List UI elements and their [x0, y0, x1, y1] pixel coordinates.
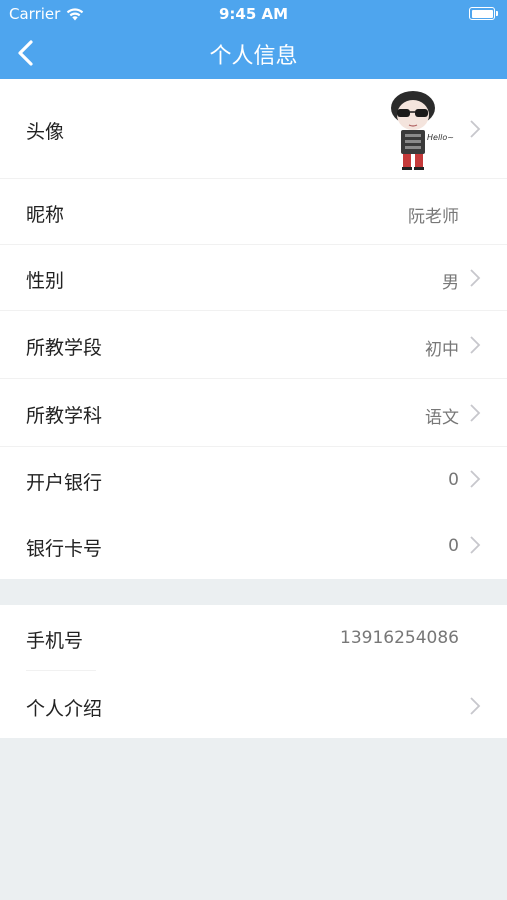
row-label: 所教学科: [26, 405, 103, 427]
row-label: 开户银行: [26, 472, 103, 494]
bank-card-value: 0: [448, 536, 459, 556]
chevron-right-icon: [470, 336, 481, 354]
avatar-caption: Hello~: [427, 133, 454, 142]
page-title: 个人信息: [209, 44, 298, 69]
row-nickname[interactable]: 昵称 阮老师: [0, 179, 507, 245]
row-label: 头像: [26, 121, 65, 143]
row-label: 个人介绍: [26, 698, 103, 720]
chevron-right-icon: [470, 120, 481, 138]
avatar[interactable]: Hello~: [383, 88, 461, 172]
status-bar: Carrier 9:45 AM: [0, 0, 507, 28]
row-teaching-stage[interactable]: 所教学段 初中: [0, 311, 507, 379]
row-avatar[interactable]: 头像 Hello~: [0, 79, 507, 179]
profile-section: 头像 Hello~ 昵称 阮老师 性别 男 所教学段 初中 所教学科 语文 开户…: [0, 79, 507, 579]
row-gender[interactable]: 性别 男: [0, 245, 507, 311]
row-label: 昵称: [26, 204, 65, 226]
chevron-right-icon: [470, 470, 481, 488]
row-label: 手机号: [26, 630, 84, 652]
bank-value: 0: [448, 470, 459, 490]
phone-value: 13916254086: [340, 628, 459, 648]
row-bank-card[interactable]: 银行卡号 0: [0, 513, 507, 579]
chevron-right-icon: [470, 697, 481, 715]
battery-icon: [469, 7, 498, 20]
status-time: 9:45 AM: [218, 5, 289, 23]
row-label: 性别: [26, 270, 65, 292]
row-bank[interactable]: 开户银行 0: [0, 447, 507, 513]
chevron-right-icon: [470, 404, 481, 422]
subject-value: 语文: [425, 408, 459, 428]
navigation-bar: 个人信息: [0, 28, 507, 79]
row-label: 银行卡号: [26, 538, 103, 560]
row-subject[interactable]: 所教学科 语文: [0, 379, 507, 447]
row-phone[interactable]: 手机号 13916254086: [0, 605, 507, 671]
chevron-right-icon: [470, 269, 481, 287]
contact-section: 手机号 13916254086 个人介绍: [0, 605, 507, 738]
row-introduction[interactable]: 个人介绍: [0, 671, 507, 738]
chevron-right-icon: [470, 536, 481, 554]
top-bar: Carrier 9:45 AM 个人信息: [0, 0, 507, 79]
gender-value: 男: [442, 273, 459, 293]
teaching-stage-value: 初中: [425, 340, 459, 360]
row-label: 所教学段: [26, 337, 103, 359]
nickname-value: 阮老师: [408, 207, 459, 227]
